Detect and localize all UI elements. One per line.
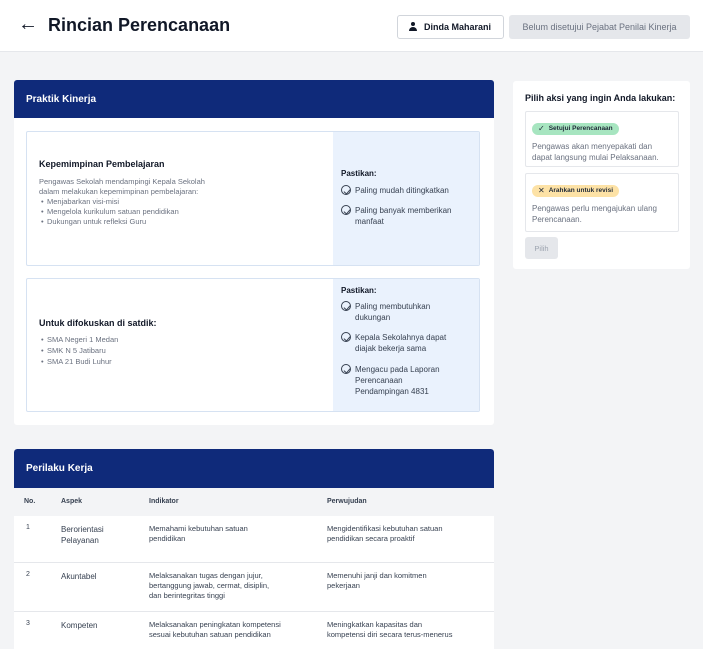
kepemimpinan-desc-line1: Pengawas Sekolah mendampingi Kepala Seko… (39, 177, 205, 186)
check-icon: ✓ (538, 124, 545, 133)
list-item: Mengelola kurikulum satuan pendidikan (41, 207, 179, 217)
cell-perwujudan: Meningkatkan kapasitas dan kompetensi di… (327, 620, 453, 639)
close-icon: ✕ (538, 186, 545, 195)
cell-no: 2 (26, 571, 30, 578)
pastikan-label: Pastikan: (341, 286, 377, 295)
kepemimpinan-box: Kepemimpinan Pembelajaran Pengawas Sekol… (26, 131, 480, 266)
user-name: Dinda Maharani (424, 22, 492, 32)
col-indikator: Indikator (149, 498, 179, 505)
satdik-heading: Untuk difokuskan di satdik: (39, 318, 157, 328)
cell-indikator: Melaksanakan peningkatan kompetensi sesu… (149, 620, 281, 639)
user-chip[interactable]: Dinda Maharani (397, 15, 504, 39)
list-item: Menjabarkan visi-misi (41, 197, 119, 207)
col-no: No. (24, 498, 36, 505)
check-item: Kepala Sekolahnya dapat diajak bekerja s… (341, 332, 446, 354)
table-row: 3 Kompeten Melaksanakan peningkatan komp… (14, 612, 494, 649)
cell-aspek: Akuntabel (61, 572, 97, 581)
cell-aspek: Kompeten (61, 621, 98, 630)
pilih-button[interactable]: Pilih (525, 237, 558, 259)
table-header: No. Aspek Indikator Perwujudan (14, 488, 494, 516)
arrow-left-icon[interactable]: ← (18, 12, 38, 36)
check-circle-icon (341, 332, 351, 342)
check-circle-icon (341, 364, 351, 374)
check-item: Paling mudah ditingkatkan (341, 185, 449, 196)
perilaku-kerja-header: Perilaku Kerja (14, 449, 494, 488)
option-revisi[interactable]: ✕ Arahkan untuk revisi Pengawas perlu me… (525, 173, 679, 232)
check-item: Paling banyak memberikan manfaat (341, 205, 452, 227)
list-item: SMA 21 Budi Luhur (41, 357, 112, 367)
satdik-box: Untuk difokuskan di satdik: SMA Negeri 1… (26, 278, 480, 412)
kepemimpinan-pastikan: Pastikan: Paling mudah ditingkatkan Pali… (333, 132, 479, 265)
list-item: Dukungan untuk refleksi Guru (41, 217, 146, 227)
top-bar: ← Rincian Perencanaan Dinda Maharani Bel… (0, 0, 703, 52)
cell-no: 3 (26, 620, 30, 627)
praktik-kinerja-header: Praktik Kinerja (14, 80, 494, 118)
cell-aspek: Berorientasi Pelayanan (61, 525, 104, 545)
pastikan-label: Pastikan: (341, 169, 377, 178)
aksi-card: Pilih aksi yang ingin Anda lakukan: ✓ Se… (513, 81, 690, 269)
cell-indikator: Melaksanakan tugas dengan jujur, bertang… (149, 571, 270, 600)
page-title: Rincian Perencanaan (48, 15, 231, 35)
check-circle-icon (341, 205, 351, 215)
check-item: Mengacu pada Laporan Perencanaan Pendamp… (341, 364, 440, 397)
revisi-badge: ✕ Arahkan untuk revisi (532, 184, 620, 197)
kepemimpinan-desc-line2: dalam melakukan kepemimpinan pembelajara… (39, 187, 199, 196)
list-item: SMA Negeri 1 Medan (41, 335, 118, 345)
perilaku-kerja-card: Perilaku Kerja No. Aspek Indikator Perwu… (14, 449, 494, 649)
cell-indikator: Memahami kebutuhan satuan pendidikan (149, 524, 248, 543)
praktik-kinerja-card: Praktik Kinerja Kepemimpinan Pembelajara… (14, 80, 494, 425)
cell-perwujudan: Memenuhi janji dan komitmen pekerjaan (327, 571, 427, 590)
col-aspek: Aspek (61, 498, 83, 505)
aksi-title: Pilih aksi yang ingin Anda lakukan: (525, 93, 676, 103)
col-perwujudan: Perwujudan (327, 498, 367, 505)
table-row: 2 Akuntabel Melaksanakan tugas dengan ju… (14, 563, 494, 612)
satdik-left: Untuk difokuskan di satdik: SMA Negeri 1… (27, 279, 333, 411)
user-icon (408, 22, 418, 32)
satdik-pastikan: Pastikan: Paling membutuhkan dukungan Ke… (333, 279, 479, 411)
check-circle-icon (341, 185, 351, 195)
status-badge: Belum disetujui Pejabat Penilai Kinerja (509, 15, 690, 39)
check-circle-icon (341, 301, 351, 311)
list-item: SMK N 5 Jatibaru (41, 346, 106, 356)
check-item: Paling membutuhkan dukungan (341, 301, 430, 323)
cell-perwujudan: Mengidentifikasi kebutuhan satuan pendid… (327, 524, 443, 543)
kepemimpinan-left: Kepemimpinan Pembelajaran Pengawas Sekol… (27, 132, 333, 265)
kepemimpinan-heading: Kepemimpinan Pembelajaran (39, 159, 165, 169)
setujui-badge: ✓ Setujui Perencanaan (532, 122, 619, 135)
revisi-desc: Pengawas perlu mengajukan ulang Perencan… (532, 204, 657, 224)
option-setujui[interactable]: ✓ Setujui Perencanaan Pengawas akan meny… (525, 111, 679, 167)
cell-no: 1 (26, 524, 30, 531)
setujui-desc: Pengawas akan menyepakati dan dapat lang… (532, 142, 659, 162)
table-row: 1 Berorientasi Pelayanan Memahami kebutu… (14, 516, 494, 563)
